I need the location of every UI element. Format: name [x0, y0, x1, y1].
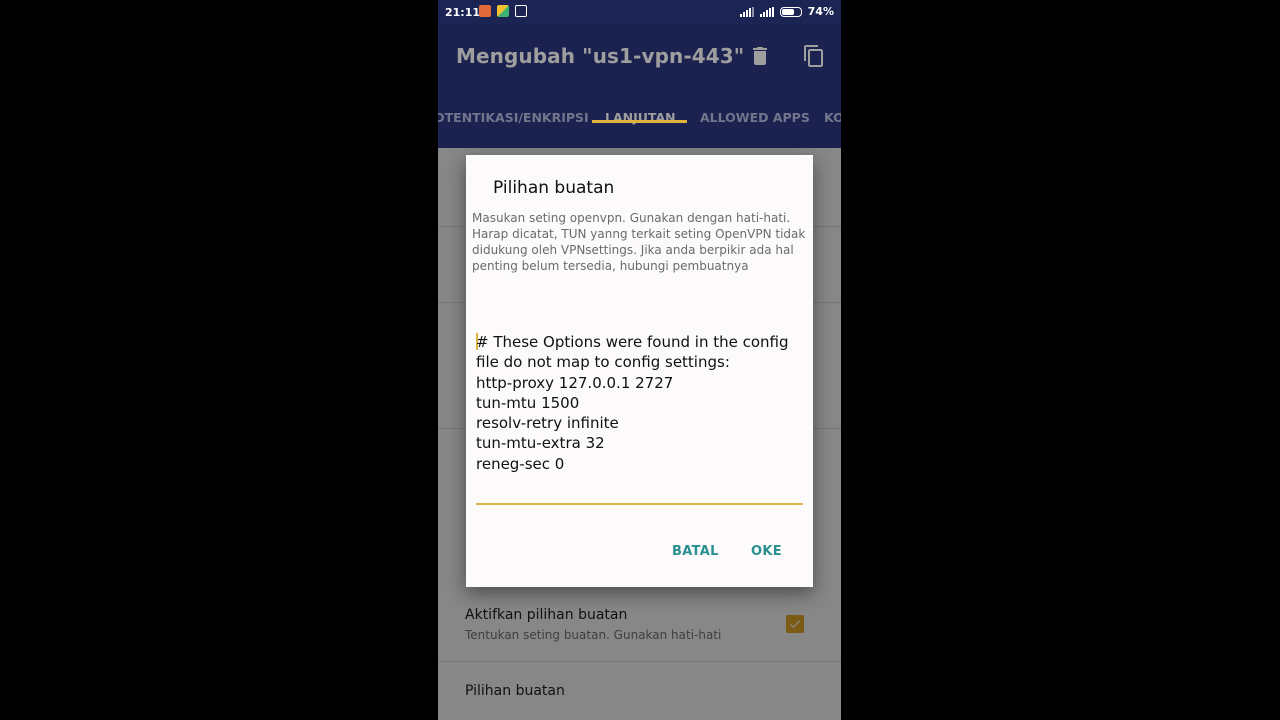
custom-options-input[interactable]: # These Options were found in the config…: [476, 332, 803, 474]
app-notification-icon: [497, 5, 509, 17]
cancel-button[interactable]: BATAL: [672, 544, 719, 559]
signal-icon: [759, 6, 774, 17]
battery-percent: 74%: [807, 5, 834, 18]
ok-button[interactable]: OKE: [751, 544, 782, 559]
custom-options-dialog: Pilihan buatan Masukan seting openvpn. G…: [466, 155, 813, 587]
battery-icon: [779, 6, 802, 17]
custom-options-input-text: # These Options were found in the config…: [476, 333, 789, 473]
signal-icon: [739, 6, 754, 17]
input-underline: [476, 503, 803, 505]
scrim: [438, 24, 841, 148]
status-right: 74%: [739, 5, 834, 18]
screen-notification-icon: [515, 5, 527, 17]
dialog-title: Pilihan buatan: [493, 178, 615, 198]
active-tab-indicator: [592, 120, 687, 123]
app-notification-icon: [479, 5, 491, 17]
phone-screen: 21:11 74% Mengubah "us1-vpn-443" OTENTIK…: [438, 0, 841, 720]
app-bar: Mengubah "us1-vpn-443" OTENTIKASI/ENKRIP…: [438, 24, 841, 148]
status-bar: 21:11 74%: [438, 0, 841, 24]
status-time: 21:11: [445, 6, 481, 19]
dialog-message: Masukan seting openvpn. Gunakan dengan h…: [472, 211, 806, 273]
